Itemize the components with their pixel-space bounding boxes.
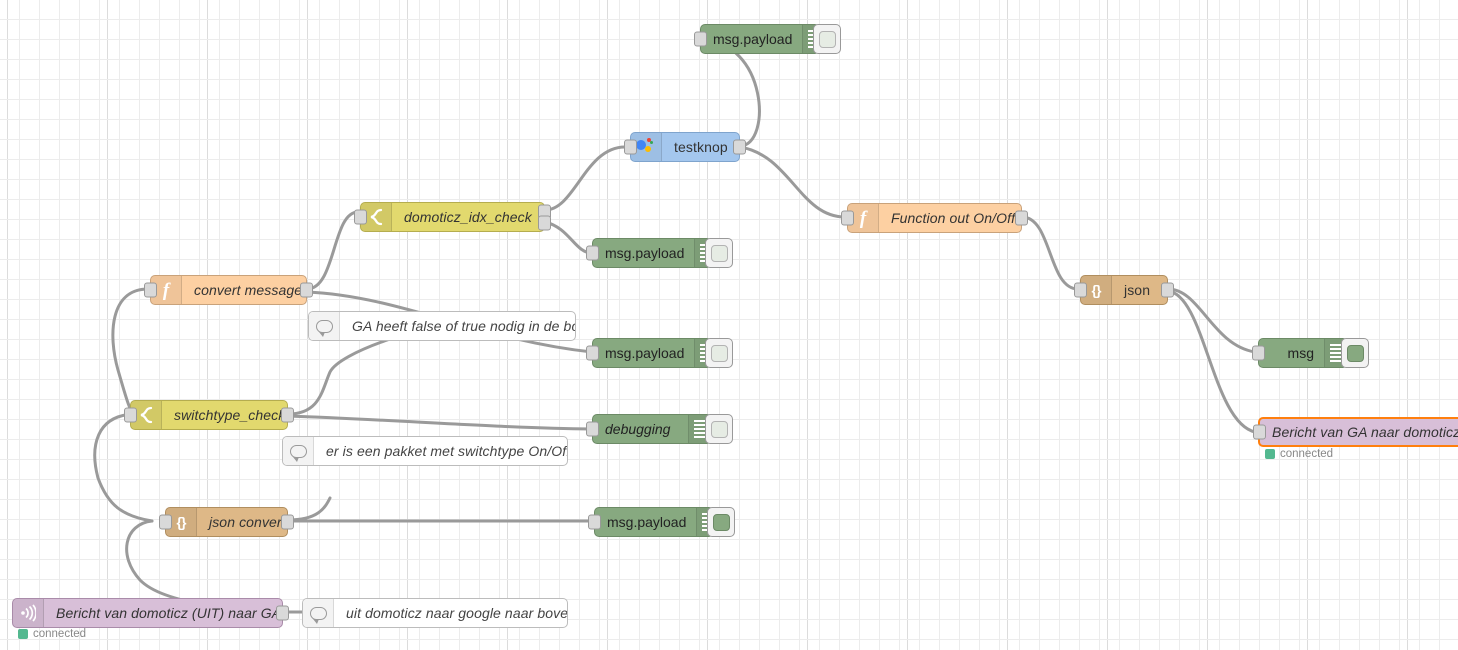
flow-canvas[interactable]: msg.payload testknop domoticz_idx_check … — [0, 0, 1458, 650]
comment-node-uit-domoticz[interactable]: uit domoticz naar google naar boven — [302, 598, 568, 628]
node-label: testknop — [674, 139, 728, 155]
debug-toggle-button[interactable] — [705, 338, 733, 368]
debug-toggle-button[interactable] — [707, 507, 735, 537]
debug-toggle-button[interactable] — [705, 414, 733, 444]
input-port[interactable] — [586, 245, 599, 261]
node-label: json convert — [209, 514, 286, 530]
input-port[interactable] — [588, 514, 601, 530]
debug-node-msg-payload-top[interactable]: msg.payload — [694, 24, 841, 54]
status-text: connected — [33, 628, 87, 640]
wire-layer — [93, 38, 1257, 614]
debug-label: debugging — [605, 421, 671, 437]
output-port[interactable] — [300, 282, 313, 298]
node-function-out-onoff[interactable]: f Function out On/Off — [841, 203, 1028, 233]
node-switchtype-check[interactable]: switchtype_check — [124, 400, 294, 430]
comment-bubble-icon — [309, 312, 340, 340]
input-port[interactable] — [1074, 282, 1087, 298]
debug-node-debugging[interactable]: debugging — [586, 414, 733, 444]
debug-label: msg.payload — [713, 31, 793, 47]
debug-node-msg-payload-3[interactable]: msg.payload — [586, 338, 733, 368]
input-port[interactable] — [586, 421, 599, 437]
debug-toggle-button[interactable] — [813, 24, 841, 54]
output-port[interactable] — [281, 407, 294, 423]
node-convert-message[interactable]: f convert message — [144, 275, 313, 305]
mqtt-signal-icon — [13, 599, 44, 627]
output-port[interactable] — [276, 605, 289, 621]
comment-node-switchtype[interactable]: er is een pakket met switchtype On/Off — [282, 436, 568, 466]
debug-label: msg.payload — [607, 514, 687, 530]
debug-node-msg[interactable]: msg — [1252, 338, 1369, 368]
wire — [305, 210, 360, 291]
status-dot-icon — [1265, 449, 1275, 459]
output-port[interactable] — [281, 514, 294, 530]
wire — [1166, 289, 1257, 434]
input-port[interactable] — [1252, 345, 1265, 361]
input-port[interactable] — [694, 31, 707, 47]
comment-label: uit domoticz naar google naar boven — [346, 605, 567, 621]
input-port[interactable] — [624, 139, 637, 155]
input-port[interactable] — [1253, 424, 1266, 440]
debug-node-msg-payload-4[interactable]: msg.payload — [588, 507, 735, 537]
comment-label: GA heeft false of true nodig in de body — [352, 318, 575, 334]
wire — [286, 496, 332, 522]
output-port[interactable] — [733, 139, 746, 155]
debug-label: msg.payload — [605, 345, 685, 361]
input-port[interactable] — [144, 282, 157, 298]
node-json-convert[interactable]: {} json convert — [159, 507, 294, 537]
wire — [1020, 215, 1080, 291]
debug-node-msg-payload-mid[interactable]: msg.payload — [586, 238, 733, 268]
status-dot-icon — [18, 629, 28, 639]
node-label: domoticz_idx_check — [404, 209, 532, 225]
node-domoticz-idx-check[interactable]: domoticz_idx_check — [354, 202, 551, 232]
status-text: connected — [1280, 448, 1334, 460]
node-label: json — [1124, 282, 1151, 298]
status-badge-mqtt-out: connected — [1265, 448, 1333, 460]
node-label: Function out On/Off — [891, 210, 1016, 226]
mqtt-node-bericht-van-ga-naar-domoticz[interactable]: Bericht van GA naar domoticz ( — [1253, 417, 1458, 447]
output-port-2[interactable] — [538, 215, 551, 231]
comment-bubble-icon — [283, 437, 314, 465]
debug-label: msg.payload — [605, 245, 685, 261]
status-badge-mqtt-in: connected — [18, 628, 86, 640]
node-label: convert message — [194, 282, 303, 298]
comment-node-ga-body[interactable]: GA heeft false of true nodig in de body — [308, 311, 576, 341]
debug-toggle-button[interactable] — [705, 238, 733, 268]
input-port[interactable] — [354, 209, 367, 225]
node-label: switchtype_check — [174, 407, 286, 423]
debug-toggle-button[interactable] — [1341, 338, 1369, 368]
node-testknop[interactable]: testknop — [624, 132, 746, 162]
debug-label: msg — [1287, 345, 1314, 361]
comment-bubble-icon — [303, 599, 334, 627]
node-label: Bericht van GA naar domoticz ( — [1272, 424, 1458, 440]
wire — [111, 287, 150, 416]
input-port[interactable] — [841, 210, 854, 226]
wire — [698, 38, 761, 148]
wire — [543, 220, 594, 255]
mqtt-node-bericht-van-domoticz-naar-ga[interactable]: Bericht van domoticz (UIT) naar GA — [12, 598, 289, 628]
wire — [93, 412, 154, 523]
wire — [1166, 287, 1257, 354]
comment-label: er is een pakket met switchtype On/Off — [326, 443, 567, 459]
input-port[interactable] — [124, 407, 137, 423]
node-json[interactable]: {} json — [1074, 275, 1174, 305]
input-port[interactable] — [586, 345, 599, 361]
wire — [543, 145, 627, 212]
wire — [738, 145, 847, 219]
input-port[interactable] — [159, 514, 172, 530]
node-label: Bericht van domoticz (UIT) naar GA — [56, 605, 282, 621]
output-port[interactable] — [1161, 282, 1174, 298]
output-port[interactable] — [1015, 210, 1028, 226]
wire — [286, 414, 594, 431]
